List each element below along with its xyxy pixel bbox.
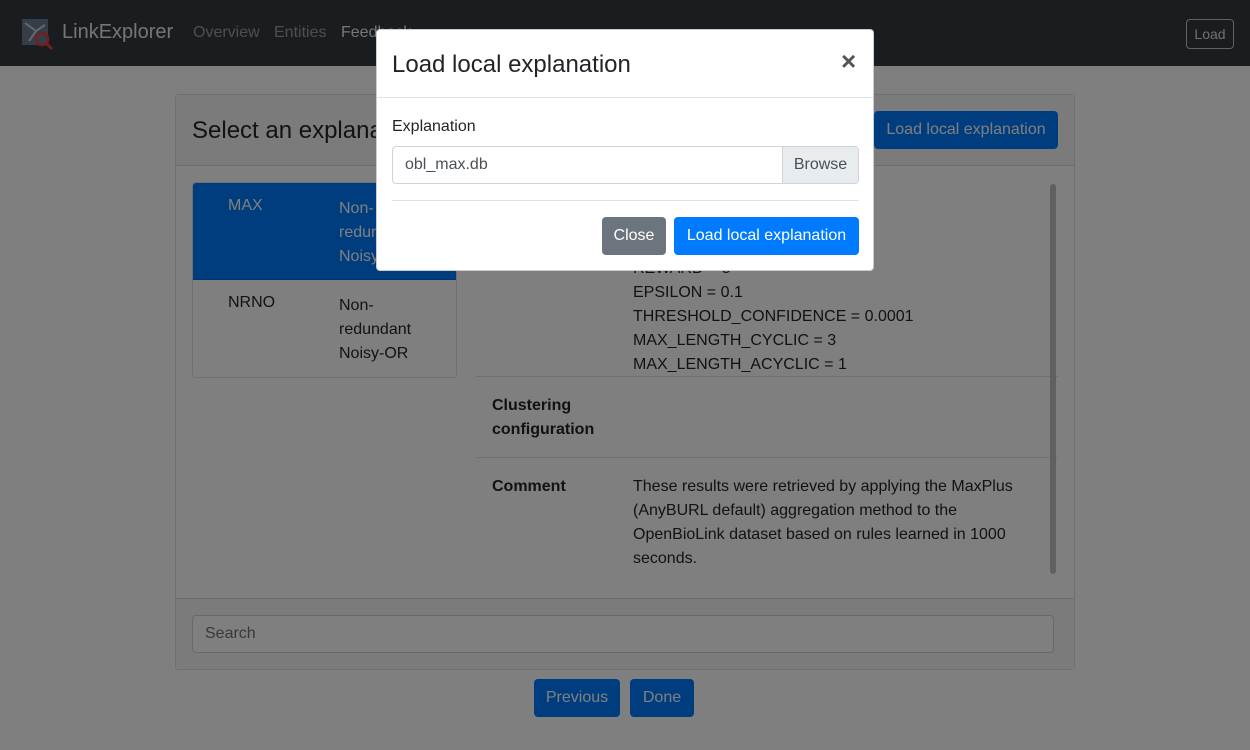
browse-button[interactable]: Browse [782,147,858,183]
explanation-field-label: Explanation [392,118,476,135]
modal-divider [392,200,859,201]
explanation-file-input[interactable]: obl_max.db Browse [392,146,859,184]
close-button[interactable]: Close [602,217,666,255]
load-explanation-modal: Load local explanation × Explanation obl… [376,29,874,271]
selected-file-name: obl_max.db [405,156,488,173]
modal-title: Load local explanation [392,51,631,78]
modal-load-explanation-button[interactable]: Load local explanation [674,217,859,255]
close-icon[interactable]: × [841,47,856,75]
modal-header: Load local explanation × [377,30,873,98]
